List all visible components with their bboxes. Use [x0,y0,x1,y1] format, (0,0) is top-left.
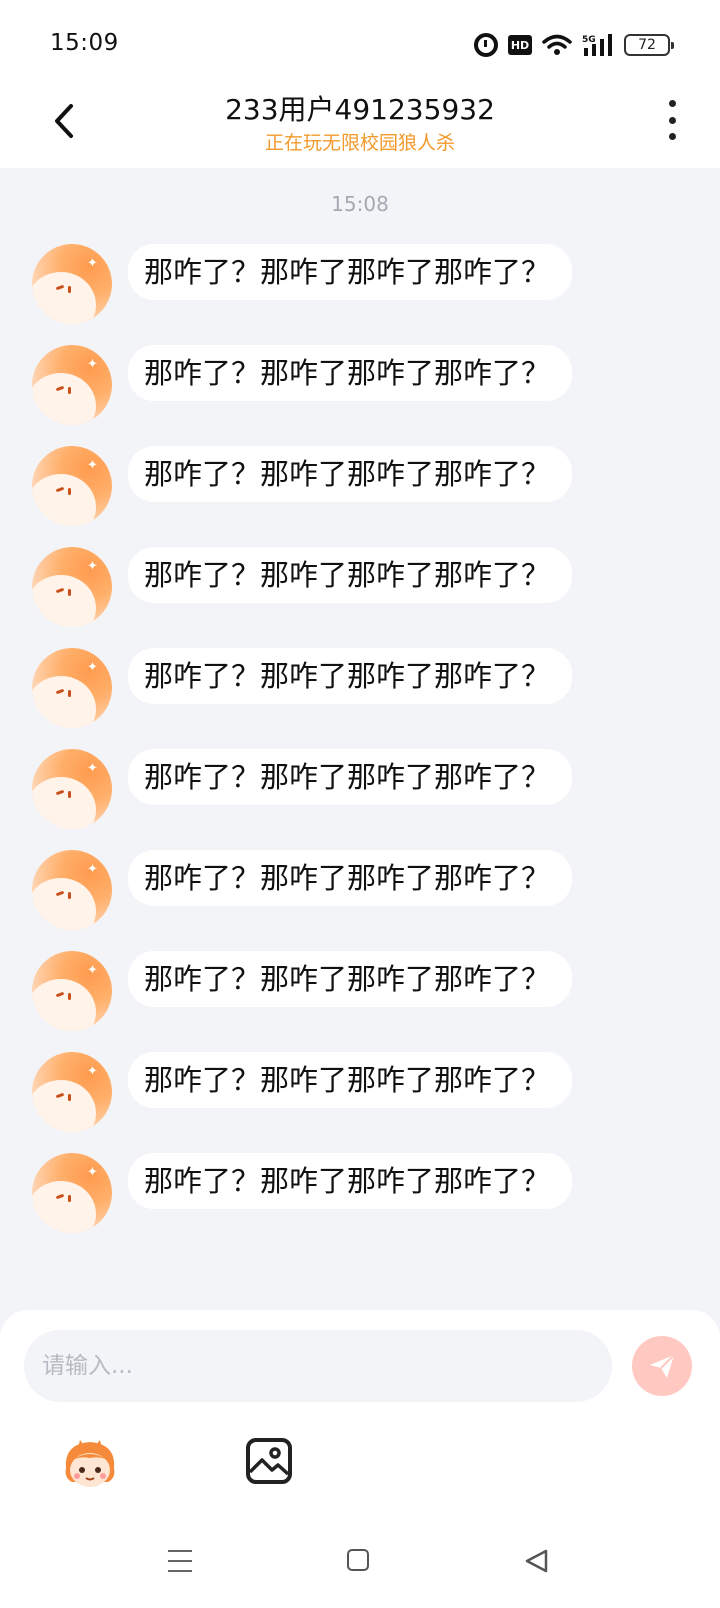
message-bubble[interactable]: 那咋了？那咋了那咋了那咋了？ [128,345,573,401]
sender-avatar[interactable]: ✦ [32,850,112,930]
more-vertical-icon-dot [668,116,676,124]
more-vertical-icon-dot [668,100,676,107]
system-nav-bar [0,1530,720,1608]
message-row: ✦ 那咋了？那咋了那咋了那咋了？ [32,1052,672,1132]
back-triangle-icon[interactable] [524,1548,550,1574]
menu-icon[interactable] [168,1550,192,1572]
message-bubble[interactable]: 那咋了？那咋了那咋了那咋了？ [128,951,573,1007]
contact-name: 233用户491235932 [225,93,495,126]
chat-screen: 15:09 HD 5G 72 233用户491235932 正在玩无限校园狼人杀… [0,0,720,1608]
message-row: ✦ 那咋了？那咋了那咋了那咋了？ [32,850,672,930]
image-icon[interactable] [246,1438,292,1484]
message-row: ✦ 那咋了？那咋了那咋了那咋了？ [32,749,672,829]
status-bar: 15:09 HD 5G 72 [0,0,720,86]
image-icon-glyph [250,1447,288,1476]
contact-status: 正在玩无限校园狼人杀 [264,132,455,154]
message-row: ✦ 那咋了？那咋了那咋了那咋了？ [32,446,672,526]
message-bubble[interactable]: 那咋了？那咋了那咋了那咋了？ [128,446,573,502]
emoji-mascot-icon[interactable] [60,1434,120,1494]
send-button[interactable] [632,1336,692,1396]
message-row: ✦ 那咋了？那咋了那咋了那咋了？ [32,345,672,425]
message-row: ✦ 那咋了？那咋了那咋了那咋了？ [32,1153,672,1233]
sender-avatar[interactable]: ✦ [32,446,112,526]
5g-signal-icon: 5G [582,34,612,56]
more-options-button[interactable] [662,100,682,140]
message-timestamp: 15:08 [331,192,389,216]
send-icon [650,1354,675,1378]
status-time: 15:09 [50,30,119,56]
hd-icon: HD [508,35,532,55]
message-bubble[interactable]: 那咋了？那咋了那咋了那咋了？ [128,1153,573,1209]
more-vertical-icon-dot [668,133,676,140]
message-bubble[interactable]: 那咋了？那咋了那咋了那咋了？ [128,547,573,603]
home-icon[interactable] [347,1549,369,1571]
sender-avatar[interactable]: ✦ [32,749,112,829]
sender-avatar[interactable]: ✦ [32,244,112,324]
chat-header: 233用户491235932 正在玩无限校园狼人杀 [0,86,720,168]
sender-avatar[interactable]: ✦ [32,547,112,627]
sender-avatar[interactable]: ✦ [32,1052,112,1132]
message-bubble[interactable]: 那咋了？那咋了那咋了那咋了？ [128,749,573,805]
message-row: ✦ 那咋了？那咋了那咋了那咋了？ [32,547,672,627]
sender-avatar[interactable]: ✦ [32,951,112,1031]
message-bubble[interactable]: 那咋了？那咋了那咋了那咋了？ [128,244,573,300]
sender-avatar[interactable]: ✦ [32,1153,112,1233]
message-bubble[interactable]: 那咋了？那咋了那咋了那咋了？ [128,648,573,704]
sender-avatar[interactable]: ✦ [32,345,112,425]
message-row: ✦ 那咋了？那咋了那咋了那咋了？ [32,951,672,1031]
message-bubble[interactable]: 那咋了？那咋了那咋了那咋了？ [128,850,573,906]
wifi-icon [542,34,572,55]
message-bubble[interactable]: 那咋了？那咋了那咋了那咋了？ [128,1052,573,1108]
message-list[interactable]: 15:08 ✦ 那咋了？那咋了那咋了那咋了？ ✦ 那咋了？那咋了那咋了那咋了？ ✦ 那咋了… [0,168,720,1318]
message-row: ✦ 那咋了？那咋了那咋了那咋了？ [32,648,672,728]
message-row: ✦ 那咋了？那咋了那咋了那咋了？ [32,244,672,324]
alarm-icon [474,33,498,57]
message-input[interactable] [24,1330,612,1402]
battery-icon: 72 [624,34,674,56]
sender-avatar[interactable]: ✦ [32,648,112,728]
status-icons: HD 5G 72 [474,32,674,58]
network-label: 5G [582,35,596,45]
